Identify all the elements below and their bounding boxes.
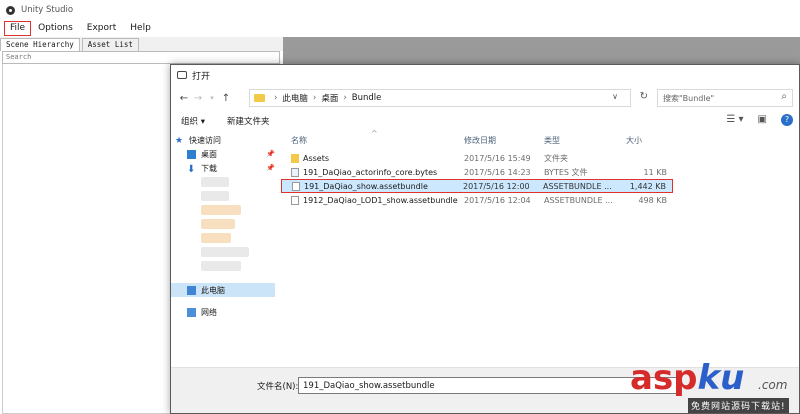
file-size: 498 KB <box>638 195 667 205</box>
menu-help[interactable]: Help <box>123 21 158 36</box>
watermark-com: .com <box>758 378 788 392</box>
nav-downloads[interactable]: ⬇ 下载 📌 <box>171 161 281 175</box>
site-watermark: aspku .com 免费网站源码下载站! <box>630 360 800 414</box>
file-type: ASSETBUNDLE ... <box>544 195 613 205</box>
file-list: ^ 名称 修改日期 类型 大小 Assets 2017/5/16 15:49 文… <box>281 129 799 365</box>
menu-options[interactable]: Options <box>31 21 80 36</box>
folder-icon <box>254 94 265 102</box>
chevron-down-icon[interactable]: ∨ <box>612 92 618 101</box>
file-date: 2017/5/16 12:04 <box>464 195 531 205</box>
unity-logo-icon <box>6 5 15 15</box>
nav-network[interactable]: 网络 <box>171 305 281 319</box>
nav-desktop-label: 桌面 <box>201 149 217 159</box>
file-row[interactable]: Assets 2017/5/16 15:49 文件夹 <box>281 151 799 165</box>
file-list-header: ^ 名称 修改日期 类型 大小 <box>281 129 799 147</box>
blurred-nav-item <box>171 189 281 203</box>
back-arrow-icon[interactable]: ← <box>177 93 191 104</box>
file-date: 2017/5/16 14:23 <box>464 167 531 177</box>
left-tabs: Scene Hierarchy Asset List <box>0 37 283 51</box>
nav-this-pc[interactable]: 此电脑 <box>171 283 275 297</box>
dialog-title: 打开 <box>192 71 211 82</box>
file-row-selected[interactable]: 191_DaQiao_show.assetbundle 2017/5/16 12… <box>281 179 673 193</box>
blurred-nav-item <box>171 245 281 259</box>
pin-icon: 📌 <box>266 150 275 158</box>
file-type: 文件夹 <box>544 153 568 163</box>
file-row[interactable]: 1912_DaQiao_LOD1_show.assetbundle 2017/5… <box>281 193 799 207</box>
blurred-nav-item <box>171 175 281 189</box>
file-type: ASSETBUNDLE ... <box>543 181 612 191</box>
folder-search-input[interactable]: 搜索"Bundle" ⌕ <box>657 89 793 107</box>
pin-icon: 📌 <box>266 164 275 172</box>
network-icon <box>187 307 196 317</box>
file-date: 2017/5/16 15:49 <box>464 153 531 163</box>
desktop-icon <box>187 149 196 159</box>
file-name: 191_DaQiao_show.assetbundle <box>304 181 428 191</box>
help-icon[interactable]: ? <box>781 114 793 126</box>
watermark-asp: asp <box>630 358 698 398</box>
address-bar[interactable]: › 此电脑 › 桌面 › Bundle ∨ ↻ <box>249 89 648 107</box>
file-size: 11 KB <box>643 167 667 177</box>
file-size: 1,442 KB <box>629 181 666 191</box>
search-icon: ⌕ <box>781 91 787 102</box>
dialog-titlebar: 打开 <box>171 65 799 85</box>
file-name: 191_DaQiao_actorinfo_core.bytes <box>303 167 438 177</box>
blurred-nav-item <box>171 203 281 217</box>
nav-desktop[interactable]: 桌面 📌 <box>171 147 281 161</box>
filename-input[interactable]: 191_DaQiao_show.assetbundle <box>298 377 678 394</box>
nav-quick-access-label: 快速访问 <box>189 135 221 145</box>
search-placeholder: 搜索"Bundle" <box>663 94 715 103</box>
filename-label: 文件名(N): <box>257 382 299 392</box>
navigation-pane: ★ 快速访问 桌面 📌 ⬇ 下载 📌 此电脑 网络 <box>171 133 281 365</box>
file-icon <box>291 195 299 205</box>
dialog-toolbar: 组织 ▾ 新建文件夹 ☰ ▾ ▣ ? <box>171 111 799 131</box>
nav-this-pc-label: 此电脑 <box>201 285 225 295</box>
file-name: 1912_DaQiao_LOD1_show.assetbundle <box>303 195 458 205</box>
app-title: Unity Studio <box>21 5 74 15</box>
up-arrow-icon[interactable]: ↑ <box>219 93 233 104</box>
star-icon: ★ <box>175 135 184 146</box>
file-row[interactable]: 191_DaQiao_actorinfo_core.bytes 2017/5/1… <box>281 165 799 179</box>
tab-scene-hierarchy[interactable]: Scene Hierarchy <box>0 38 80 51</box>
file-icon <box>291 167 299 177</box>
file-date: 2017/5/16 12:00 <box>463 181 530 191</box>
menu-file[interactable]: File <box>4 21 32 36</box>
column-name[interactable]: 名称 <box>291 135 307 146</box>
folder-icon <box>291 153 299 163</box>
file-type: BYTES 文件 <box>544 167 588 177</box>
menu-export[interactable]: Export <box>80 21 123 36</box>
organize-button[interactable]: 组织 ▾ <box>181 115 205 127</box>
watermark-ku: ku <box>697 358 745 398</box>
nav-quick-access[interactable]: ★ 快速访问 <box>171 133 281 147</box>
menu-bar: File Options Export Help <box>0 20 800 37</box>
blurred-nav-item <box>171 259 281 273</box>
view-options-icon[interactable]: ☰ ▾ <box>726 114 743 126</box>
file-icon <box>292 181 300 191</box>
forward-arrow-icon[interactable]: → <box>191 93 205 104</box>
breadcrumb-desktop[interactable]: 桌面 <box>321 92 338 104</box>
download-icon: ⬇ <box>187 163 196 175</box>
address-row: ← → ▾ ↑ › 此电脑 › 桌面 › Bundle ∨ ↻ 搜索"Bundl… <box>171 87 799 109</box>
dialog-app-icon <box>177 71 187 79</box>
breadcrumb-bundle[interactable]: Bundle <box>352 93 382 103</box>
blurred-nav-item <box>171 231 281 245</box>
app-titlebar: Unity Studio <box>0 0 800 20</box>
blurred-nav-item <box>171 217 281 231</box>
column-size[interactable]: 大小 <box>626 135 642 146</box>
file-name: Assets <box>303 153 330 163</box>
new-folder-button[interactable]: 新建文件夹 <box>227 115 270 127</box>
column-date[interactable]: 修改日期 <box>464 135 496 146</box>
nav-downloads-label: 下载 <box>201 163 217 173</box>
breadcrumb-this-pc[interactable]: 此电脑 <box>282 92 308 104</box>
nav-network-label: 网络 <box>201 307 217 317</box>
sort-ascending-icon: ^ <box>371 129 378 138</box>
tab-asset-list[interactable]: Asset List <box>81 38 139 51</box>
recent-dropdown-icon[interactable]: ▾ <box>205 94 219 102</box>
preview-pane-icon[interactable]: ▣ <box>758 114 767 126</box>
hierarchy-search-input[interactable]: Search <box>2 51 280 64</box>
refresh-icon[interactable]: ↻ <box>640 91 648 102</box>
column-type[interactable]: 类型 <box>544 135 560 146</box>
computer-icon <box>187 285 196 295</box>
watermark-slogan: 免费网站源码下载站! <box>688 398 789 413</box>
